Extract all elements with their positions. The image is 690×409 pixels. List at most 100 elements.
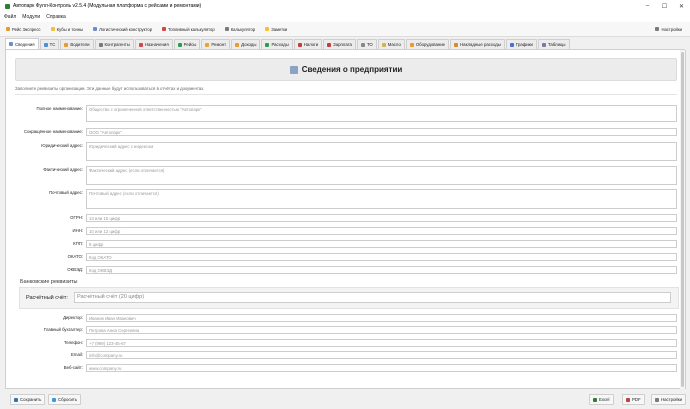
cubes-icon [50,27,55,31]
tab-icon [360,42,365,47]
export-pdf-button[interactable]: PDF [622,394,645,405]
menu-file[interactable]: Файл [4,14,16,20]
tab-5[interactable]: Рейсы [173,39,201,49]
tab-icon [9,42,13,46]
menu-modules[interactable]: Модули [22,14,40,20]
calculator-icon [224,27,229,31]
phone-label: Телефон: [63,340,83,345]
tab-icon [265,42,270,47]
postal-address-label: Почтовый адрес: [49,190,83,195]
window-title: Автопарк Фулл-Контроль v2.5.4 (Модульная… [13,3,202,9]
tab-6[interactable]: Ремонт [201,39,231,49]
okved-label: ОКВЭД: [67,267,83,272]
scrollbar-thumb[interactable] [681,52,684,387]
cubes-tons-button[interactable]: Кубы и тонны [47,24,88,35]
tab-16[interactable]: Таблицы [537,39,570,49]
close-button[interactable]: ✕ [673,0,690,12]
bank-account-input[interactable]: Расчётный счёт (20 цифр) [74,292,671,303]
tab-icon [454,42,459,47]
menu-bar: Файл Модули Справка [0,12,690,22]
chief-accountant-label: Главный бухгалтер: [43,327,83,332]
legal-address-label: Юридический адрес: [41,143,83,148]
tab-icon [541,42,546,47]
tab-icon [205,42,210,47]
tab-12[interactable]: Масло [377,39,405,49]
tab-4[interactable]: Назначения [134,39,173,49]
postal-address-input[interactable]: Почтовый адрес (если отличается) [86,189,677,209]
toolbar-settings-button[interactable]: Настройки [651,24,686,35]
company-info-panel: Сведения о предприятии Заполните реквизи… [5,50,686,389]
bank-section-title: Банковские реквизиты [20,279,78,285]
email-label: Email: [71,352,83,357]
export-excel-button[interactable]: Excel [589,394,614,405]
kpp-input[interactable]: 9 цифр [86,240,677,248]
tab-icon [64,42,69,47]
tab-icon [509,42,514,47]
bank-account-label: Расчётный счёт: [26,295,68,301]
tab-0[interactable]: Сведения [5,38,39,49]
tab-13[interactable]: Оборудование [405,39,450,49]
tab-icon [235,42,240,47]
building-icon [289,65,298,74]
pdf-icon [626,397,630,402]
fuel-icon [162,27,167,31]
toolbar: Рейс Экспресс Кубы и тонны Логистический… [0,22,690,37]
divider [15,94,677,95]
tab-icon [381,42,386,47]
tab-bar: Сведения ТС Водители Контрагенты Назначения Р… [5,38,685,50]
ogrn-input[interactable]: 13 или 15 цифр [86,214,677,222]
tab-1[interactable]: ТС [39,39,60,49]
page-header: Сведения о предприятии [15,58,677,81]
excel-icon [593,397,597,402]
phone-input[interactable]: +7 (999) 123-45-67 [86,339,677,347]
bottom-settings-button[interactable]: Настройки [651,394,687,405]
tab-icon [43,42,48,47]
menu-help[interactable]: Справка [46,14,66,20]
tab-icon [138,42,143,47]
okved-input[interactable]: Код ОКВЭД [86,266,677,274]
inn-input[interactable]: 10 или 12 цифр [86,227,677,235]
fuel-calculator-button[interactable]: Топливный калькулятор [158,24,219,35]
actual-address-input[interactable]: Фактический адрес (если отличается) [86,166,677,185]
logistics-builder-button[interactable]: Логистический конструктор [89,24,156,35]
website-input[interactable]: www.company.ru [86,364,677,372]
calculator-button[interactable]: Калькулятор [221,24,260,35]
tab-7[interactable]: Доходы [231,39,261,49]
title-bar: Автопарк Фулл-Контроль v2.5.4 (Модульная… [0,0,690,12]
tab-icon [98,42,103,47]
notes-button[interactable]: Заметки [261,24,291,35]
okato-input[interactable]: Код ОКАТО [86,253,677,261]
legal-address-input[interactable]: Юридический адрес с индексом [86,142,677,161]
trip-express-icon [6,27,10,31]
tab-8[interactable]: Расходы [261,39,293,49]
gear-icon [655,397,659,402]
tab-11[interactable]: ТО [356,39,377,49]
trip-express-button[interactable]: Рейс Экспресс [2,24,45,35]
tab-icon [177,42,182,47]
tab-14[interactable]: Накладные расходы [450,39,505,49]
reset-button[interactable]: Сбросить [48,394,82,405]
chief-accountant-input[interactable]: Петрова Анна Сергеевна [86,326,677,334]
page-title: Сведения о предприятии [301,65,403,74]
tab-15[interactable]: Графики [505,39,537,49]
maximize-button[interactable]: ☐ [656,0,673,12]
scrollbar[interactable] [680,50,685,389]
tab-10[interactable]: Зарплата [323,39,356,49]
short-name-input[interactable]: ООО "Автопарк" [86,128,677,136]
tab-icon [297,42,302,47]
gear-icon [655,27,660,31]
okato-label: ОКАТО: [67,254,83,259]
page-hint: Заполните реквизиты организации. Эти дан… [15,86,205,91]
save-button[interactable]: Сохранить [10,394,46,405]
logistics-icon [93,27,98,31]
short-name-label: Сокращённое наименование: [23,129,83,134]
tab-3[interactable]: Контрагенты [94,39,134,49]
tab-2[interactable]: Водители [60,39,94,49]
tab-9[interactable]: Налоги [293,39,323,49]
tab-icon [327,42,332,47]
minimize-button[interactable]: – [639,0,656,12]
full-name-input[interactable]: Общество с ограниченной ответственностью… [86,105,677,122]
director-input[interactable]: Иванов Иван Иванович [86,314,677,322]
bank-section: Расчётный счёт: Расчётный счёт (20 цифр) [19,287,679,309]
email-input[interactable]: info@company.ru [86,351,677,359]
